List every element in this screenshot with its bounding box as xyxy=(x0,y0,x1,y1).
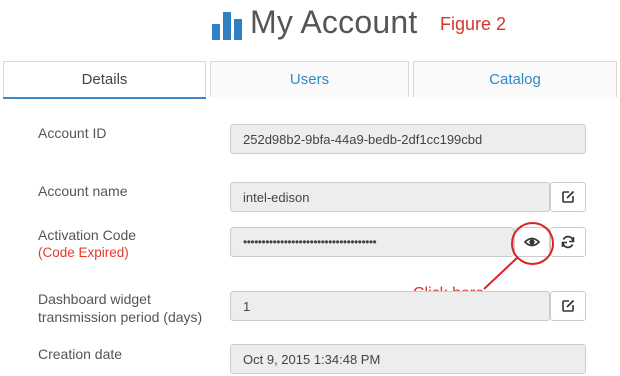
edit-transmission-period-button[interactable] xyxy=(550,291,586,321)
tab-details[interactable]: Details xyxy=(3,61,206,97)
refresh-icon xyxy=(561,235,575,249)
refresh-code-button[interactable] xyxy=(550,227,586,257)
figure-label: Figure 2 xyxy=(440,14,507,34)
code-expired-status: (Code Expired) xyxy=(38,245,129,260)
active-tab-indicator xyxy=(3,97,206,99)
page-header: My Account Figure 2 xyxy=(0,0,620,52)
page-title: My Account xyxy=(250,4,418,40)
tab-bar: Details Users Catalog xyxy=(3,61,617,99)
account-id-label: Account ID xyxy=(38,125,107,141)
transmission-period-field[interactable]: 1 xyxy=(230,291,550,321)
bar-chart-icon xyxy=(212,12,242,40)
tab-catalog[interactable]: Catalog xyxy=(413,61,617,97)
activation-code-label-group: Activation Code (Code Expired) xyxy=(38,226,136,262)
creation-date-field: Oct 9, 2015 1:34:48 PM xyxy=(230,344,586,374)
edit-account-name-button[interactable] xyxy=(550,182,586,212)
dashboard-widget-label-line1: Dashboard widget xyxy=(38,291,151,307)
activation-code-field: •••••••••••••••••••••••••••••••••••• xyxy=(230,227,514,257)
account-name-label: Account name xyxy=(38,183,128,199)
tab-users[interactable]: Users xyxy=(210,61,409,97)
edit-icon xyxy=(562,190,575,203)
account-id-field: 252d98b2-9bfa-44a9-bedb-2df1cc199cbd xyxy=(230,124,586,154)
edit-icon xyxy=(562,299,575,312)
account-name-field[interactable]: intel-edison xyxy=(230,182,550,212)
activation-code-label: Activation Code xyxy=(38,227,137,243)
dashboard-widget-label-group: Dashboard widget transmission period (da… xyxy=(38,290,202,326)
creation-date-label: Creation date xyxy=(38,346,123,362)
dashboard-widget-label-line2: transmission period (days) xyxy=(38,309,203,325)
